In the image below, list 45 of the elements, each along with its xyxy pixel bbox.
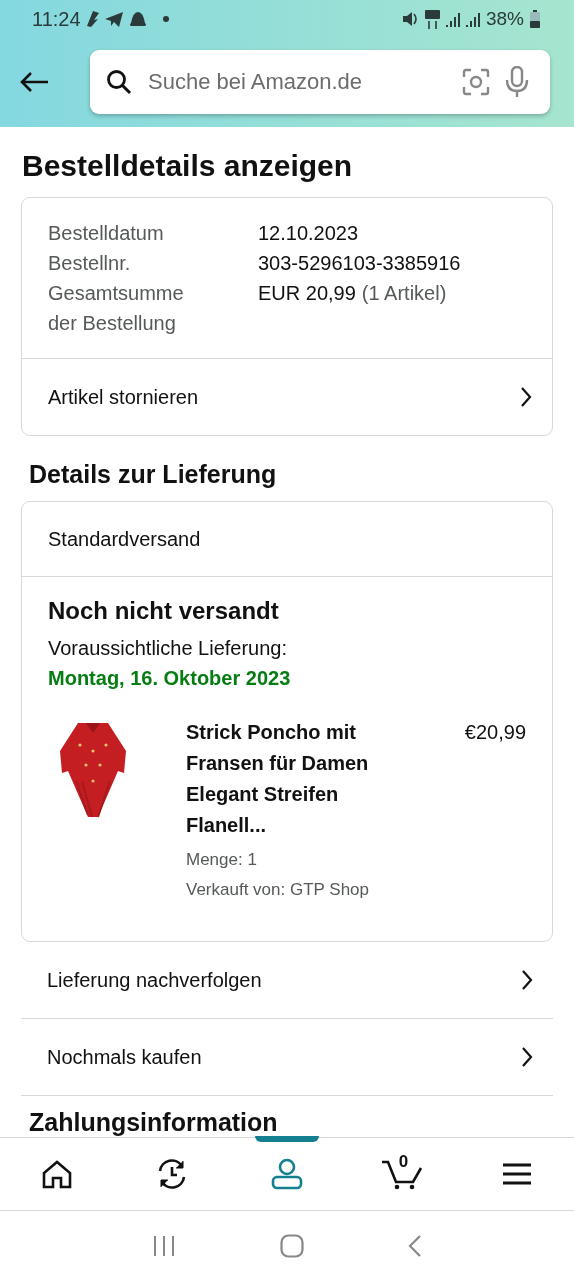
recent-apps-icon[interactable]: [152, 1234, 176, 1257]
seller: Verkauft von: GTP Shop: [186, 879, 370, 901]
summary-value: 12.10.2023: [258, 221, 360, 246]
back-icon[interactable]: [408, 1233, 422, 1258]
summary-label: Gesamtsumme der Bestellung: [48, 281, 185, 336]
product-title[interactable]: Strick Poncho mit Fransen für Damen Elegant Streifen Flanell...: [186, 717, 386, 841]
summary-value: 303-5296103-3385916: [258, 251, 462, 276]
shipping-method: Standardversand: [22, 502, 552, 577]
summary-value: EUR 20,99 (1 Artikel): [258, 281, 448, 306]
action-row[interactable]: Lieferung nachverfolgen: [21, 942, 553, 1019]
page-title: Bestelldetails anzeigen: [22, 149, 354, 183]
delivery-date: Montag, 16. Oktober 2023: [48, 666, 292, 691]
home-button-icon[interactable]: [280, 1233, 304, 1258]
back-arrow-icon[interactable]: [18, 70, 50, 94]
shipment-status: Noch nicht versandt: [48, 597, 280, 625]
section-heading: Zahlungsinformation: [29, 1108, 279, 1137]
nav-tab[interactable]: 0: [344, 1138, 460, 1210]
active-indicator: [255, 1136, 319, 1142]
signal-icon: [445, 11, 460, 27]
camera-scan-icon[interactable]: [462, 68, 490, 96]
chevron-right-icon: [521, 969, 533, 991]
chevron-right-icon: [520, 386, 532, 408]
battery-icon: [530, 10, 540, 28]
summary-label: Bestelldatum: [48, 221, 165, 246]
dot-icon: [162, 16, 169, 22]
status-time: 11:24: [32, 7, 81, 31]
section-heading: Details zur Lieferung: [29, 460, 278, 489]
signal-icon: [465, 11, 480, 27]
search-bar[interactable]: Suche bei Amazon.de: [90, 50, 550, 114]
account-icon: [271, 1158, 303, 1190]
home-icon: [41, 1159, 74, 1189]
product-price: €20,99: [464, 720, 526, 745]
microphone-icon[interactable]: [504, 66, 530, 98]
summary-label: Bestellnr.: [48, 251, 132, 276]
delivery-estimate-label: Voraussichtliche Lieferung:: [48, 636, 289, 661]
cancel-items-row[interactable]: Artikel stornieren: [22, 358, 552, 435]
battery-level: 38%: [485, 8, 524, 30]
search-field[interactable]: Suche bei Amazon.de: [146, 68, 448, 96]
action-row[interactable]: Nochmals kaufen: [21, 1019, 553, 1096]
chevron-right-icon: [521, 1046, 533, 1068]
paper-plane-icon: [104, 11, 123, 27]
menu-icon: [501, 1162, 532, 1186]
cart-count: 0: [398, 1152, 409, 1172]
quantity: Menge: 1: [186, 849, 258, 871]
search-icon: [106, 69, 132, 95]
